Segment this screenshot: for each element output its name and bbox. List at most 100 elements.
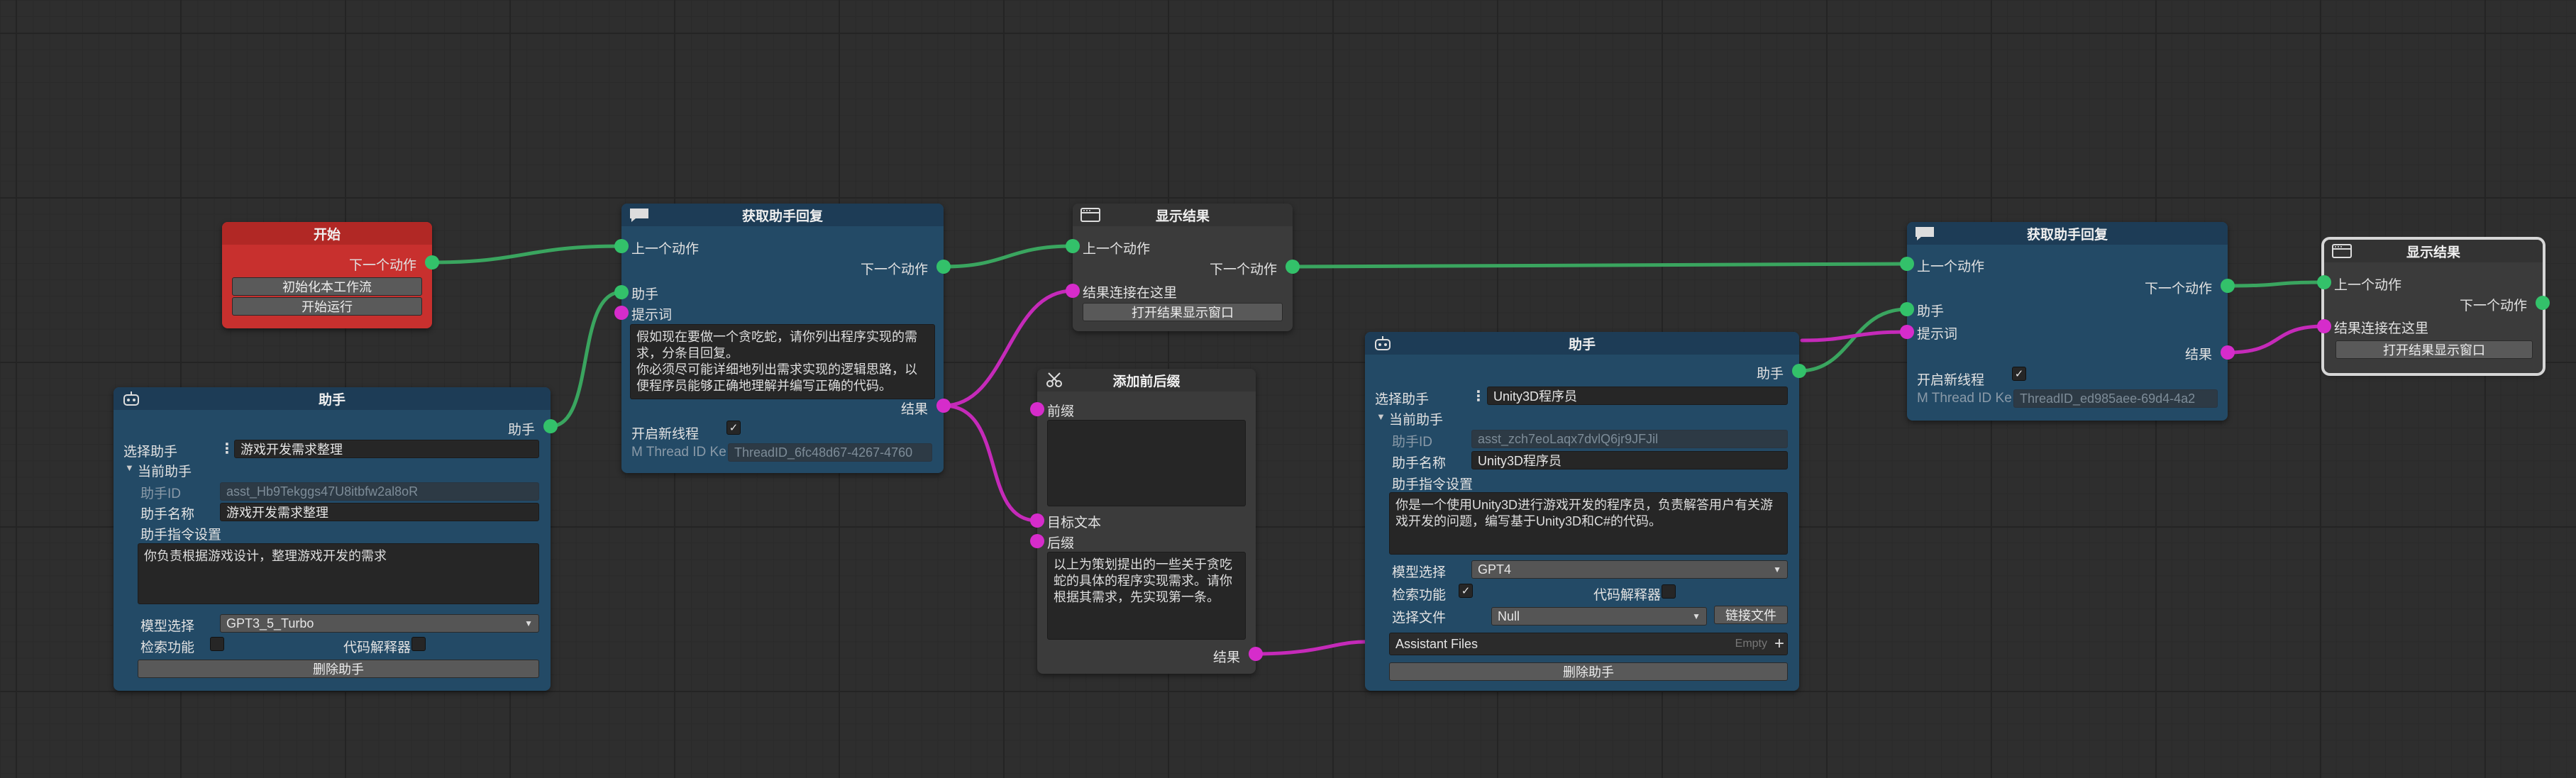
get-reply-node-2-title: 获取助手回复 [2026,227,2108,243]
dropdown-caret-icon: ▼ [1773,565,1781,574]
data-wire-reply2-result-to-display2 [2226,324,2326,355]
delete-assistant-button[interactable]: 删除助手 [138,660,539,678]
flow-wire-display1-to-reply2 [1290,262,1909,269]
new-thread-checkbox[interactable]: ✓ [2012,367,2026,381]
code-interpreter-checkbox[interactable] [1662,584,1676,599]
model-dropdown[interactable]: GPT4 ▼ [1471,560,1788,579]
retrieval-checkbox[interactable]: ✓ [1459,584,1473,598]
flow-wire-reply1-to-display1 [941,244,1075,269]
retrieval-checkbox[interactable] [210,637,224,651]
select-assistant-label: 选择助手 [123,445,178,460]
file-dropdown[interactable]: Null ▼ [1491,607,1707,626]
result-out-port[interactable] [936,399,951,413]
start-run-button[interactable]: 开始运行 [232,297,422,316]
start-node[interactable]: 开始 下一个动作 初始化本工作流 开始运行 [222,222,439,328]
prev-action-label: 上一个动作 [2334,278,2402,293]
display-result-node-2-header: 显示结果 [2324,240,2543,262]
prefix-label: 前缀 [1047,404,1075,419]
target-text-label: 目标文本 [1047,516,1102,530]
suffix-in-port[interactable] [1030,534,1044,548]
prev-action-port[interactable] [1066,239,1080,253]
display-result-node-2[interactable]: 显示结果 上一个动作 下一个动作 结果连接在这里 打开结果显示窗口 [2317,240,2550,373]
assistant-node-2-title: 助手 [1568,337,1596,352]
assistant-out-port[interactable] [543,419,558,433]
fold-down-icon[interactable]: ▼ [1376,411,1386,422]
assistant-files-list: Assistant Files Empty + [1389,633,1788,655]
next-action-label: 下一个动作 [348,258,416,273]
instructions-textarea[interactable]: 你是一个使用Unity3D进行游戏开发的程序员，负责解答用户有关游戏开发的问题，… [1389,492,1788,555]
delete-assistant-button[interactable]: 删除助手 [1389,662,1788,681]
suffix-textarea[interactable]: 以上为策划提出的一些关于贪吃蛇的具体的程序实现需求。请你根据其需求，先实现第一条… [1047,552,1246,640]
assistant-in-port[interactable] [1900,302,1914,316]
add-file-icon[interactable]: + [1774,634,1784,654]
kebab-icon[interactable]: ⋮ [220,440,234,457]
next-action-port[interactable] [2536,296,2550,310]
result-label: 结果 [1212,650,1240,665]
assistant-id-label: 助手ID [140,487,182,501]
display-result-node-2-title: 显示结果 [2406,245,2460,260]
display-result-node-1[interactable]: 显示结果 上一个动作 下一个动作 结果连接在这里 打开结果显示窗口 [1066,204,1300,331]
scissors-icon [1044,372,1066,388]
file-dropdown-value: Null [1498,608,1520,623]
code-interpreter-checkbox[interactable] [411,637,426,651]
flow-wire-reply2-to-display2 [2226,280,2326,288]
assistant-in-port[interactable] [614,285,629,299]
current-assistant-label: 当前助手 [1389,413,1444,428]
code-interpreter-label: 代码解释器 [343,640,411,655]
assistant-out-port[interactable] [1792,364,1806,378]
next-action-port[interactable] [1286,260,1300,274]
display-result-node-1-header: 显示结果 [1073,204,1293,226]
new-thread-checkbox[interactable]: ✓ [726,421,741,435]
init-workflow-button[interactable]: 初始化本工作流 [232,277,422,296]
prev-action-label: 上一个动作 [1083,242,1151,257]
get-reply-node-2[interactable]: 获取助手回复 上一个动作 下一个动作 助手 提示词 结果 开启新线程 ✓ M T… [1900,222,2235,421]
assistant-name-field[interactable]: 游戏开发需求整理 [220,503,539,521]
prompt-textarea[interactable]: 假如现在要做一个贪吃蛇，请你列出程序实现的需求，分条目回复。 你必须尽可能详细地… [630,324,935,399]
assistant-node-1[interactable]: 助手 助手 选择助手 ⋮ 游戏开发需求整理 ▼ 当前助手 助手ID asst_H… [114,387,558,691]
window-icon [1080,207,1101,223]
robot-icon [1372,335,1393,351]
open-result-window-button[interactable]: 打开结果显示窗口 [2335,340,2533,359]
result-in-port[interactable] [1066,284,1080,298]
next-action-port[interactable] [425,255,439,269]
result-here-label: 结果连接在这里 [1083,286,1178,301]
result-in-port[interactable] [2317,319,2331,333]
get-reply-node-1[interactable]: 获取助手回复 上一个动作 下一个动作 助手 提示词 假如现在要做一个贪吃蛇，请你… [614,204,951,473]
open-result-window-button[interactable]: 打开结果显示窗口 [1083,303,1283,321]
assistant-in-label: 助手 [1917,304,1945,319]
prompt-label: 提示词 [631,308,673,323]
result-out-port[interactable] [1249,647,1263,661]
prefix-textarea[interactable] [1047,420,1246,506]
prev-action-port[interactable] [2317,275,2331,289]
assistant-id-label: 助手ID [1392,435,1433,450]
thread-id-field: ThreadID_ed985aee-69d4-4a2 [2013,389,2218,408]
dropdown-caret-icon: ▼ [524,618,533,628]
link-file-button[interactable]: 链接文件 [1714,606,1788,624]
assistant-name-label: 助手名称 [140,507,195,522]
instructions-textarea[interactable]: 你负责根据游戏设计，整理游戏开发的需求 [138,543,539,604]
kebab-icon[interactable]: ⋮ [1471,387,1486,405]
fold-down-icon[interactable]: ▼ [125,462,134,473]
select-assistant-field[interactable]: 游戏开发需求整理 [234,440,539,458]
prefix-in-port[interactable] [1030,402,1044,416]
select-assistant-field[interactable]: Unity3D程序员 [1487,387,1788,405]
thread-id-label: M Thread ID Ke [1917,391,2012,406]
result-here-label: 结果连接在这里 [2334,321,2429,336]
next-action-port[interactable] [936,260,951,274]
prefix-suffix-node[interactable]: 添加前后缀 前缀 目标文本 后缀 以上为策划提出的一些关于贪吃蛇的具体的程序实现… [1030,369,1263,674]
next-action-port[interactable] [2221,279,2235,293]
target-text-in-port[interactable] [1030,513,1044,528]
assistant-node-2[interactable]: 助手 助手 选择助手 ⋮ Unity3D程序员 ▼ 当前助手 助手ID asst… [1365,332,1806,691]
prompt-in-port[interactable] [1900,325,1914,339]
result-out-port[interactable] [2221,345,2235,360]
prompt-in-port[interactable] [614,306,629,320]
retrieval-label: 检索功能 [1392,588,1447,603]
assistant-name-field[interactable]: Unity3D程序员 [1471,451,1788,469]
model-dropdown[interactable]: GPT3_5_Turbo ▼ [220,614,539,633]
prev-action-port[interactable] [1900,257,1914,271]
flow-wire-assistant2-to-reply2 [1797,307,1909,373]
prev-action-port[interactable] [614,239,629,253]
assistant-files-title: Assistant Files [1395,636,1478,651]
get-reply-node-2-header: 获取助手回复 [1907,222,2228,245]
start-node-title: 开始 [313,227,341,243]
